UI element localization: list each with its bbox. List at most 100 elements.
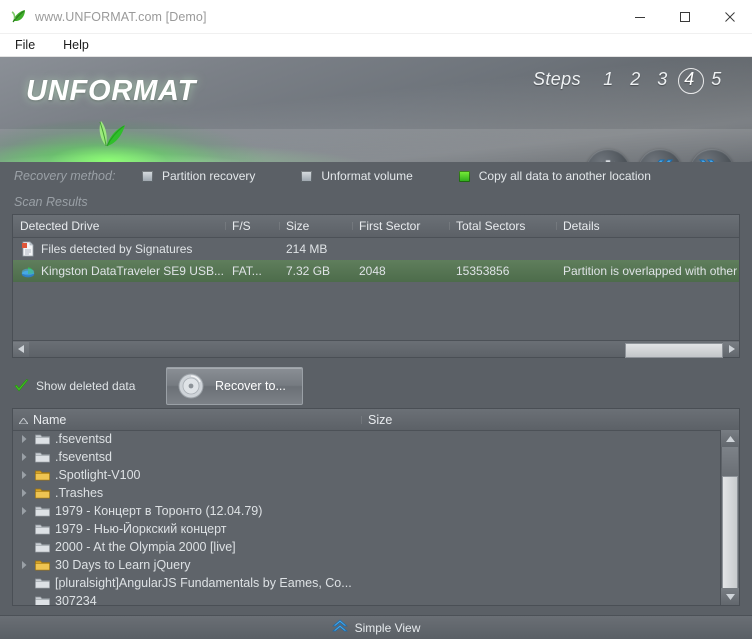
recovery-option-copy-all-data[interactable]: Copy all data to another location bbox=[458, 169, 651, 183]
file-name: 1979 - Концерт в Торонто (12.04.79) bbox=[55, 504, 263, 518]
double-chevron-up-icon bbox=[331, 619, 355, 636]
expand-arrow-icon[interactable] bbox=[13, 453, 35, 461]
cell-size: 214 MB bbox=[286, 242, 328, 256]
recover-to-label: Recover to... bbox=[215, 379, 286, 393]
recovery-option-label: Partition recovery bbox=[162, 169, 256, 183]
vscroll-track-upper[interactable] bbox=[722, 447, 738, 476]
table-row[interactable]: Files detected by Signatures 214 MB bbox=[13, 238, 739, 260]
file-name: 307234 bbox=[55, 594, 97, 605]
expand-arrow-icon[interactable] bbox=[13, 471, 35, 479]
expand-arrow-icon[interactable] bbox=[13, 489, 35, 497]
column-header-detected-drive[interactable]: Detected Drive bbox=[13, 219, 225, 233]
file-name: .Trashes bbox=[55, 486, 104, 500]
list-item[interactable]: 1979 - Концерт в Торонто (12.04.79) bbox=[13, 502, 721, 520]
file-name: [pluralsight]AngularJS Fundamentals by E… bbox=[55, 576, 352, 590]
app-banner: UNFORMAT Steps 1 2 3 4 5 bbox=[0, 57, 752, 162]
show-deleted-data-checkbox[interactable]: Show deleted data bbox=[14, 378, 144, 394]
vscroll-thumb[interactable] bbox=[722, 476, 738, 592]
list-item[interactable]: 30 Days to Learn jQuery bbox=[13, 556, 721, 574]
file-name: 30 Days to Learn jQuery bbox=[55, 558, 191, 572]
table-horizontal-scrollbar[interactable] bbox=[13, 340, 739, 358]
recovery-method-row: Recovery method: Partition recovery Unfo… bbox=[0, 162, 752, 190]
cell-detected-drive: Kingston DataTraveler SE9 USB... bbox=[13, 263, 225, 279]
column-header-size[interactable]: Size bbox=[361, 413, 739, 427]
list-item[interactable]: 2000 - At the Olympia 2000 [live] bbox=[13, 538, 721, 556]
file-list-vertical-scrollbar[interactable] bbox=[720, 430, 739, 605]
scroll-right-arrow-icon[interactable] bbox=[723, 341, 739, 357]
expand-arrow-icon[interactable] bbox=[13, 561, 35, 569]
hscroll-track[interactable] bbox=[29, 342, 739, 358]
checkmark-icon bbox=[14, 378, 29, 394]
table-row[interactable]: Kingston DataTraveler SE9 USB... FAT... … bbox=[13, 260, 739, 282]
list-item[interactable]: 1979 - Нью-Йоркский концерт bbox=[13, 520, 721, 538]
back-button[interactable] bbox=[638, 149, 682, 162]
step-4-active[interactable]: 4 bbox=[676, 67, 704, 94]
cell-fs: FAT... bbox=[232, 264, 262, 278]
detected-drives-table: Detected Drive F/S Size First Sector Tot… bbox=[12, 214, 740, 358]
step-3[interactable]: 3 bbox=[649, 69, 676, 90]
cell-details: Partition is overlapped with other e bbox=[563, 264, 739, 278]
folder-grey-icon bbox=[35, 433, 55, 445]
file-list-rows: .fseventsd .fseventsd .Spotlight-V100 .T… bbox=[13, 430, 721, 605]
column-header-name[interactable]: Name bbox=[13, 413, 361, 427]
recovery-option-unformat-volume[interactable]: Unformat volume bbox=[301, 169, 413, 183]
simple-view-toggle[interactable]: Simple View bbox=[331, 619, 421, 636]
steps-indicator: Steps 1 2 3 4 5 bbox=[532, 67, 730, 94]
window-title: www.UNFORMAT.com [Demo] bbox=[35, 9, 207, 24]
checkbox-label: Show deleted data bbox=[36, 379, 136, 393]
cell-text: Files detected by Signatures bbox=[41, 242, 193, 256]
steps-label: Steps bbox=[532, 69, 581, 89]
column-header-fs[interactable]: F/S bbox=[225, 219, 279, 233]
cell-size: 7.32 GB bbox=[286, 264, 331, 278]
next-button[interactable] bbox=[690, 149, 734, 162]
list-item[interactable]: .fseventsd bbox=[13, 430, 721, 448]
file-name: .fseventsd bbox=[55, 450, 112, 464]
step-5[interactable]: 5 bbox=[703, 69, 730, 90]
list-item[interactable]: [pluralsight]AngularJS Fundamentals by E… bbox=[13, 574, 721, 592]
list-item[interactable]: .fseventsd bbox=[13, 448, 721, 466]
folder-grey-icon bbox=[35, 577, 55, 589]
menu-help[interactable]: Help bbox=[60, 37, 92, 53]
scroll-down-arrow-icon[interactable] bbox=[721, 588, 739, 605]
app-wordmark: UNFORMAT bbox=[26, 75, 197, 107]
scroll-up-arrow-icon[interactable] bbox=[721, 430, 739, 447]
menu-file[interactable]: File bbox=[12, 37, 38, 53]
file-signature-icon bbox=[20, 241, 36, 257]
unformat-window: www.UNFORMAT.com [Demo] File Help UNFORM… bbox=[0, 0, 752, 639]
folder-grey-icon bbox=[35, 523, 55, 535]
cell-text: Kingston DataTraveler SE9 USB... bbox=[41, 264, 224, 278]
leaf-icon bbox=[10, 8, 27, 25]
step-2[interactable]: 2 bbox=[622, 69, 649, 90]
cell-first-sector: 2048 bbox=[359, 264, 386, 278]
settings-button[interactable] bbox=[586, 149, 630, 162]
main-content: Recovery method: Partition recovery Unfo… bbox=[0, 162, 752, 639]
recovery-option-partition-recovery[interactable]: Partition recovery bbox=[142, 169, 255, 183]
list-item[interactable]: .Trashes bbox=[13, 484, 721, 502]
recovery-option-label: Copy all data to another location bbox=[478, 169, 651, 183]
expand-arrow-icon[interactable] bbox=[13, 507, 35, 515]
option-indicator-selected-icon bbox=[458, 170, 470, 182]
expand-arrow-icon[interactable] bbox=[13, 435, 35, 443]
simple-view-label: Simple View bbox=[354, 620, 421, 635]
minimize-button[interactable] bbox=[617, 0, 662, 33]
list-item[interactable]: 307234 bbox=[13, 592, 721, 605]
close-button[interactable] bbox=[707, 0, 752, 33]
maximize-button[interactable] bbox=[662, 0, 707, 33]
recover-to-button[interactable]: Recover to... bbox=[166, 367, 303, 405]
step-1[interactable]: 1 bbox=[595, 69, 622, 90]
folder-yellow-icon bbox=[35, 469, 55, 481]
recover-actions-row: Show deleted data Recover to... bbox=[0, 364, 752, 408]
scan-results-title: Scan Results bbox=[14, 195, 88, 209]
status-bar: Simple View bbox=[0, 615, 752, 639]
disk-icon bbox=[20, 263, 36, 279]
scroll-left-arrow-icon[interactable] bbox=[13, 341, 29, 357]
column-header-size[interactable]: Size bbox=[279, 219, 352, 233]
menu-bar: File Help bbox=[0, 34, 752, 57]
list-item[interactable]: .Spotlight-V100 bbox=[13, 466, 721, 484]
column-header-total-sectors[interactable]: Total Sectors bbox=[449, 219, 556, 233]
folder-grey-icon bbox=[35, 541, 55, 553]
column-header-details[interactable]: Details bbox=[556, 219, 739, 233]
column-header-first-sector[interactable]: First Sector bbox=[352, 219, 449, 233]
leaf-logo-icon bbox=[84, 113, 130, 147]
hscroll-thumb[interactable] bbox=[625, 342, 723, 358]
